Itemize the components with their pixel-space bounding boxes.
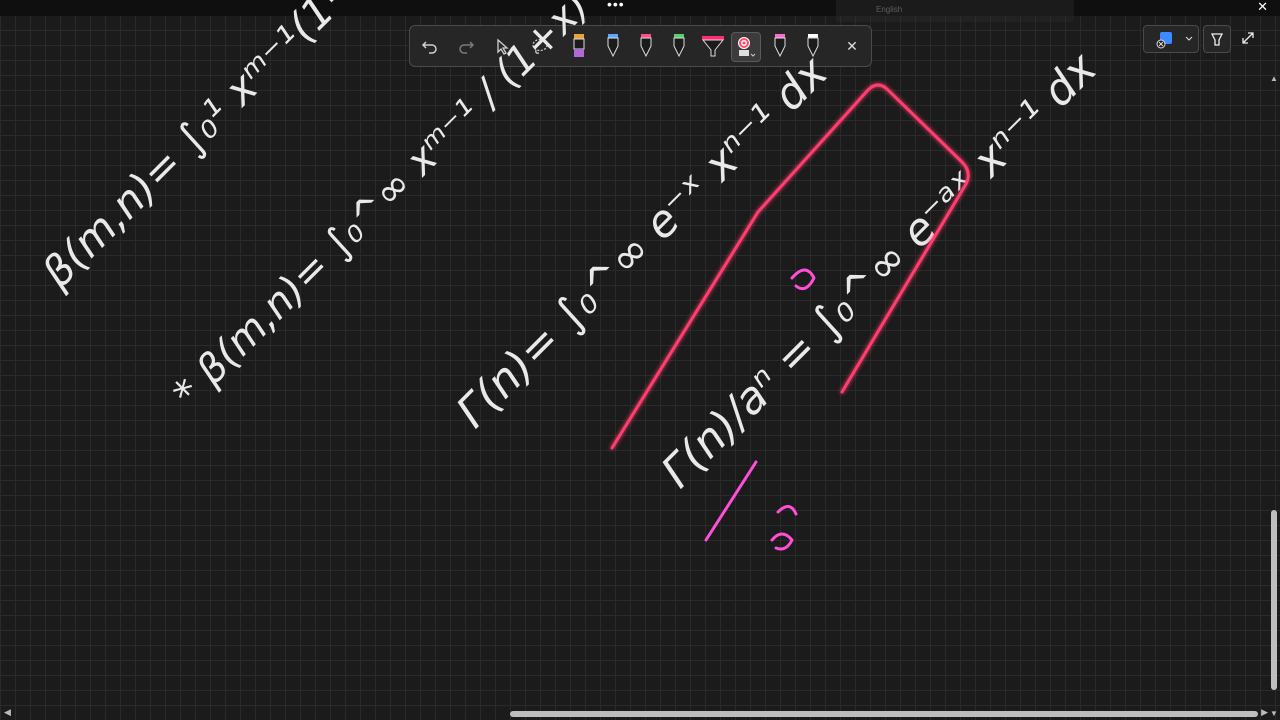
vertical-scroll-thumb[interactable]	[1271, 510, 1277, 690]
a-in-exponent-mark	[790, 268, 816, 291]
horizontal-scrollbar[interactable]: ◀ ▶	[0, 707, 1268, 720]
scroll-down-icon[interactable]: ▼	[1270, 709, 1278, 718]
horizontal-scroll-thumb[interactable]	[510, 711, 1258, 717]
a-power-n-mark	[770, 505, 798, 551]
handwriting-canvas[interactable]: β(m,n)= ∫₀¹ xᵐ⁻¹(1−x)ⁿ⁻¹ dx * β(m,n)= ∫₀…	[0, 0, 1268, 708]
vertical-scrollbar[interactable]: ▲ ▼	[1268, 70, 1280, 718]
fraction-bar	[704, 460, 758, 542]
gamma-formula-2-text: Γ(n)/aⁿ = ∫₀^∞ e⁻ᵃˣ xⁿ⁻¹ dx	[652, 42, 1108, 498]
scroll-right-icon[interactable]: ▶	[1261, 707, 1268, 718]
gamma-integral-2: Γ(n)/aⁿ = ∫₀^∞ e⁻ᵃˣ xⁿ⁻¹ dx	[652, 42, 1108, 498]
scroll-left-icon[interactable]: ◀	[4, 707, 11, 718]
scroll-up-icon[interactable]: ▲	[1270, 74, 1278, 83]
